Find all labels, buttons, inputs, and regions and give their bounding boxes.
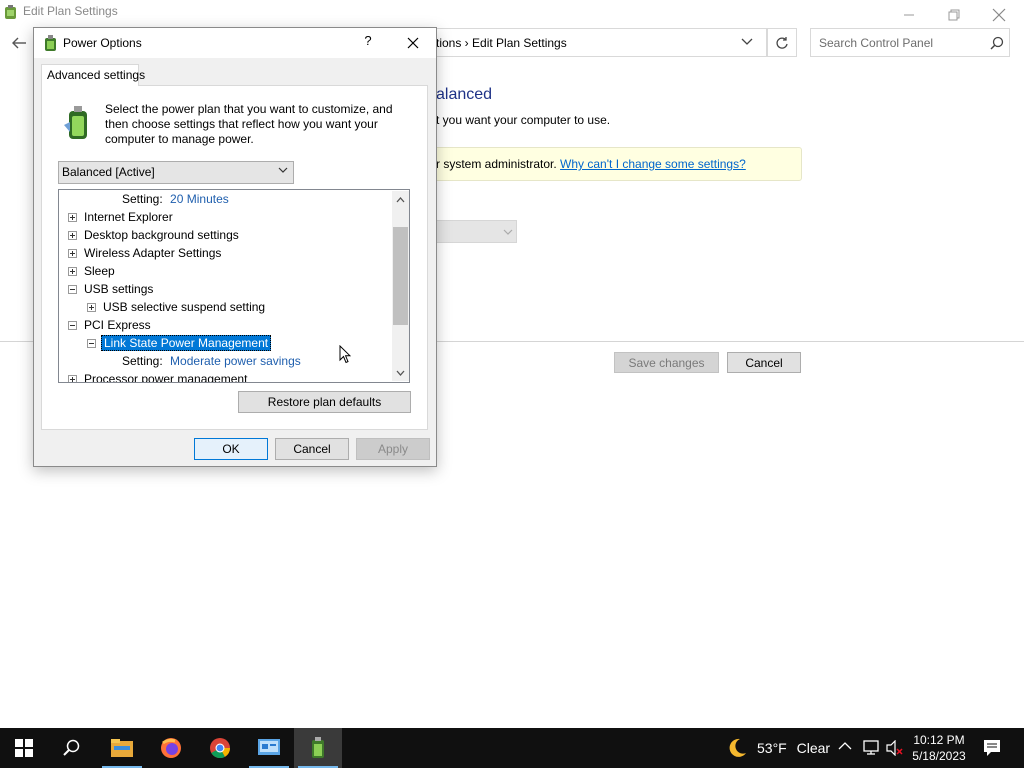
clock-date[interactable]: 5/18/2023 [903,748,975,764]
help-button[interactable]: ? [361,33,375,51]
cp-window-title: Edit Plan Settings [23,4,118,18]
power-options-taskbar-button[interactable] [294,728,342,768]
back-arrow-icon[interactable] [11,36,27,50]
admin-info-text: r system administrator. Why can't I chan… [436,157,746,171]
ok-button[interactable]: OK [194,438,268,460]
restore-plan-defaults-button[interactable]: Restore plan defaults [238,391,411,413]
battery-plan-icon [62,105,96,141]
firefox-button[interactable] [147,728,195,768]
tree-item-usb-selective-suspend[interactable]: USB selective suspend setting [103,298,265,316]
tree-item-sleep[interactable]: Sleep [84,262,115,280]
expand-icon[interactable] [68,267,77,276]
address-breadcrumb[interactable]: tions › Edit Plan Settings [436,36,567,50]
weather-temp[interactable]: 53°F [757,740,787,756]
plan-heading: alanced [436,86,493,103]
power-options-dialog: Power Options ? Advanced settings Select… [33,27,437,467]
tree-item-processor[interactable]: Processor power management [84,370,247,382]
expand-icon[interactable] [68,213,77,222]
scroll-up-icon[interactable] [392,191,409,208]
moon-weather-icon[interactable] [726,737,748,759]
notification-center-icon[interactable] [982,738,1002,758]
setting-value-link[interactable]: Moderate power savings [170,354,301,368]
setting-label: Setting: [122,354,163,368]
control-panel-icon [258,739,280,755]
cancel-button[interactable]: Cancel [275,438,349,460]
cancel-changes-button[interactable]: Cancel [727,352,801,373]
chrome-icon [210,738,231,759]
address-dropdown-icon[interactable] [741,38,753,46]
expand-icon[interactable] [87,303,96,312]
volume-muted-icon[interactable] [886,740,904,756]
collapse-icon[interactable] [68,285,77,294]
tree-item-usb-settings[interactable]: USB settings [84,280,153,298]
apply-button[interactable]: Apply [356,438,430,460]
dialog-title: Power Options [63,36,142,50]
tree-item-wireless-adapter[interactable]: Wireless Adapter Settings [84,244,221,262]
network-icon[interactable] [863,740,881,756]
scroll-down-icon[interactable] [392,364,409,381]
chrome-button[interactable] [196,728,244,768]
show-hidden-icons-icon[interactable] [838,741,852,751]
settings-tree[interactable]: Setting: 20 Minutes Internet Explorer De… [58,189,410,383]
taskbar-search-button[interactable] [48,728,96,768]
plan-subtitle: t you want your computer to use. [436,113,611,127]
firefox-icon [161,738,181,758]
scrollbar-thumb[interactable] [393,227,408,325]
start-icon [15,739,33,757]
clock-time[interactable]: 10:12 PM [903,732,975,748]
collapse-icon[interactable] [87,339,96,348]
expand-icon[interactable] [68,231,77,240]
intro-text: Select the power plan that you want to c… [105,102,393,146]
tree-scrollbar[interactable] [392,191,409,381]
power-plan-select-value[interactable]: Balanced [Active] [62,165,155,179]
minimize-button[interactable] [886,0,932,30]
cp-window-icon [3,4,19,20]
setting-value-link[interactable]: 20 Minutes [170,192,229,206]
collapse-icon[interactable] [68,321,77,330]
chevron-down-icon[interactable] [278,167,288,173]
weather-condition[interactable]: Clear [797,740,830,756]
expand-icon[interactable] [68,249,77,258]
tab-label[interactable]: Advanced settings [47,68,145,82]
file-explorer-icon [111,739,133,757]
mouse-cursor-icon [339,345,351,364]
tree-item-link-state-selected[interactable]: Link State Power Management [101,334,272,352]
taskbar: 53°F Clear 10:12 PM 5/18/2023 [0,728,1024,768]
tree-item-pci-express[interactable]: PCI Express [84,316,151,334]
tree-item-desktop-background[interactable]: Desktop background settings [84,226,239,244]
maximize-button[interactable] [931,0,977,30]
admin-note-text: r system administrator. [436,157,557,171]
setting-label: Setting: [122,192,163,206]
search-icon [63,739,80,756]
power-options-icon [42,34,60,52]
tree-setting-row[interactable]: Setting: 20 Minutes [122,190,229,208]
selected-item-label[interactable]: Link State Power Management [101,335,272,351]
clock[interactable]: 10:12 PM 5/18/2023 [903,732,975,764]
tree-setting-row[interactable]: Setting: Moderate power savings [122,352,301,370]
search-placeholder: Search Control Panel [819,36,934,50]
expand-icon[interactable] [68,375,77,383]
dialog-close-button[interactable] [400,32,426,54]
save-changes-button[interactable]: Save changes [614,352,719,373]
tree-item-internet-explorer[interactable]: Internet Explorer [84,208,173,226]
control-panel-button[interactable] [245,728,293,768]
why-cant-change-link[interactable]: Why can't I change some settings? [560,157,746,171]
refresh-button[interactable] [767,28,797,57]
start-button[interactable] [0,728,48,768]
search-icon [990,36,1004,50]
power-options-icon [312,737,324,758]
disabled-dropdown [436,220,517,243]
file-explorer-button[interactable] [98,728,146,768]
weather-widget[interactable]: 53°F Clear [757,740,830,756]
close-window-button[interactable] [976,0,1022,30]
